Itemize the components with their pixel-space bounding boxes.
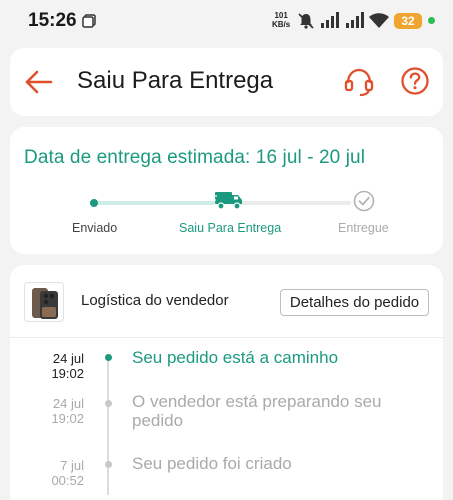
step-label-delivered: Entregue: [338, 221, 389, 235]
mute-bell-icon: [298, 13, 314, 29]
signal-icon-1: [321, 12, 339, 28]
order-tracking-card: Logística do vendedor Detalhes do pedido…: [10, 265, 443, 500]
progress-line-pending: [230, 201, 351, 205]
timeline-date: 7 jul 00:52: [51, 458, 84, 488]
timeline-date: 24 jul 19:02: [51, 396, 84, 426]
delivery-truck-icon: [212, 192, 242, 210]
headset-support-icon[interactable]: [343, 66, 375, 98]
screen-record-icon: [82, 14, 96, 28]
status-bar: 15:26 101 KB/s 32: [0, 0, 453, 42]
step-label-out-for-delivery: Saiu Para Entrega: [179, 221, 282, 235]
timeline-dot: [105, 461, 112, 468]
step-done-dot: [90, 199, 98, 207]
back-arrow-icon[interactable]: [24, 67, 54, 97]
page-title: Saiu Para Entrega: [77, 67, 274, 94]
delivery-estimate-card: Data de entrega estimada: 16 jul - 20 ju…: [10, 127, 443, 254]
divider: [10, 337, 443, 338]
timeline-line: [107, 359, 109, 495]
order-details-button[interactable]: Detalhes do pedido: [280, 289, 429, 316]
step-label-shipped: Enviado: [72, 221, 118, 235]
delivery-estimate: Data de entrega estimada: 16 jul - 20 ju…: [24, 147, 366, 168]
seller-logistics-label: Logística do vendedor: [81, 292, 229, 309]
battery-indicator: 32: [394, 13, 422, 29]
notification-dot: [428, 17, 435, 24]
header-card: Saiu Para Entrega: [10, 48, 443, 116]
wifi-icon: [369, 13, 389, 28]
timeline-event-text: Seu pedido está a caminho: [132, 348, 339, 367]
phone-product-image: [32, 288, 58, 319]
product-thumbnail: [24, 282, 64, 322]
timeline-event-text: Seu pedido foi criado: [132, 454, 292, 473]
signal-icon-2: [346, 12, 364, 28]
timeline-date: 24 jul 19:02: [51, 351, 84, 381]
progress-line-done: [94, 201, 215, 205]
timeline-dot-active: [105, 354, 112, 361]
network-speed: 101 KB/s: [272, 11, 291, 29]
check-circle-icon: [353, 190, 375, 212]
status-time: 15:26: [28, 10, 77, 31]
help-question-icon[interactable]: [400, 66, 430, 96]
timeline-event-text: O vendedor está preparando seu pedido: [132, 392, 382, 430]
timeline-dot: [105, 400, 112, 407]
